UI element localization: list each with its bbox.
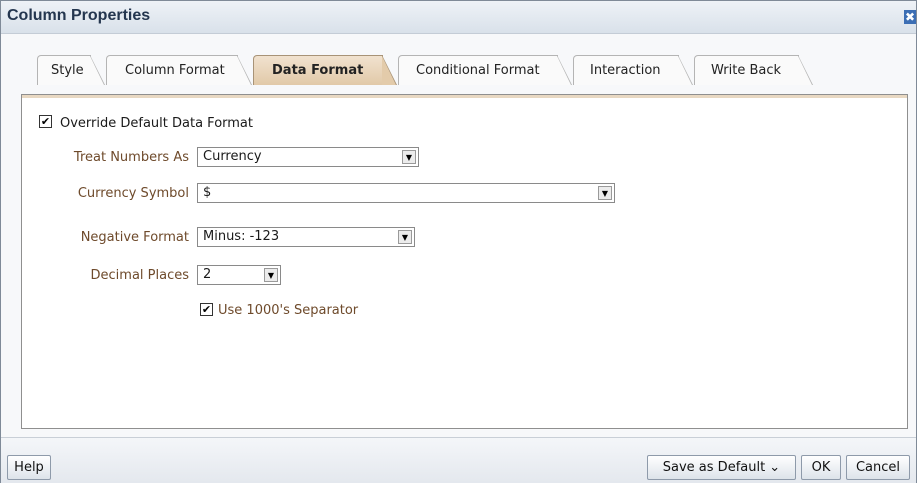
- tab-data-format[interactable]: Data Format: [253, 55, 397, 85]
- dialog-title: Column Properties: [7, 7, 151, 24]
- chevron-down-icon: ▼: [398, 230, 412, 244]
- cancel-button[interactable]: Cancel: [846, 455, 910, 480]
- column-properties-dialog: Column Properties ✖ Style Column Format …: [0, 0, 917, 483]
- dialog-footer: Help Save as Default ⌄ OK Cancel: [1, 437, 916, 483]
- treat-numbers-as-value: Currency: [203, 149, 262, 164]
- tab-label: Column Format: [125, 63, 225, 78]
- separator-checkbox[interactable]: ✔: [200, 303, 213, 316]
- separator-label: Use 1000's Separator: [218, 303, 359, 318]
- decimal-places-value: 2: [203, 267, 212, 282]
- data-format-panel: ✔ Override Default Data Format Treat Num…: [21, 94, 908, 429]
- tab-label: Interaction: [590, 63, 661, 78]
- tab-interaction[interactable]: Interaction: [573, 55, 693, 85]
- tab-write-back[interactable]: Write Back: [694, 55, 813, 85]
- currency-symbol-select[interactable]: $ ▼: [197, 183, 615, 203]
- chevron-down-icon: ▼: [598, 186, 612, 200]
- treat-numbers-as-label: Treat Numbers As: [73, 150, 189, 165]
- negative-format-value: Minus: -123: [203, 229, 280, 244]
- currency-symbol-value: $: [203, 185, 212, 200]
- ok-button[interactable]: OK: [801, 455, 841, 480]
- chevron-down-icon: ▼: [264, 268, 278, 282]
- tab-strip: Style Column Format Data Format Conditio…: [37, 55, 827, 85]
- tab-column-format[interactable]: Column Format: [106, 55, 252, 85]
- tab-label: Data Format: [272, 63, 364, 78]
- tab-label: Conditional Format: [416, 63, 540, 78]
- currency-symbol-label: Currency Symbol: [77, 186, 189, 201]
- treat-numbers-as-select[interactable]: Currency ▼: [197, 147, 419, 167]
- tab-label: Write Back: [711, 63, 782, 78]
- decimal-places-label: Decimal Places: [90, 268, 189, 283]
- dialog-titlebar: Column Properties ✖: [1, 1, 916, 34]
- close-icon[interactable]: ✖: [904, 10, 916, 24]
- tab-style[interactable]: Style: [37, 55, 105, 85]
- override-checkbox[interactable]: ✔: [39, 115, 52, 128]
- decimal-places-select[interactable]: 2 ▼: [197, 265, 281, 285]
- tab-label: Style: [51, 63, 84, 78]
- save-as-default-button[interactable]: Save as Default ⌄: [647, 455, 796, 480]
- negative-format-select[interactable]: Minus: -123 ▼: [197, 227, 415, 247]
- chevron-down-icon: ▼: [402, 150, 416, 164]
- negative-format-label: Negative Format: [80, 230, 189, 245]
- tab-conditional-format[interactable]: Conditional Format: [398, 55, 572, 85]
- override-label: Override Default Data Format: [60, 116, 253, 131]
- help-button[interactable]: Help: [7, 455, 51, 480]
